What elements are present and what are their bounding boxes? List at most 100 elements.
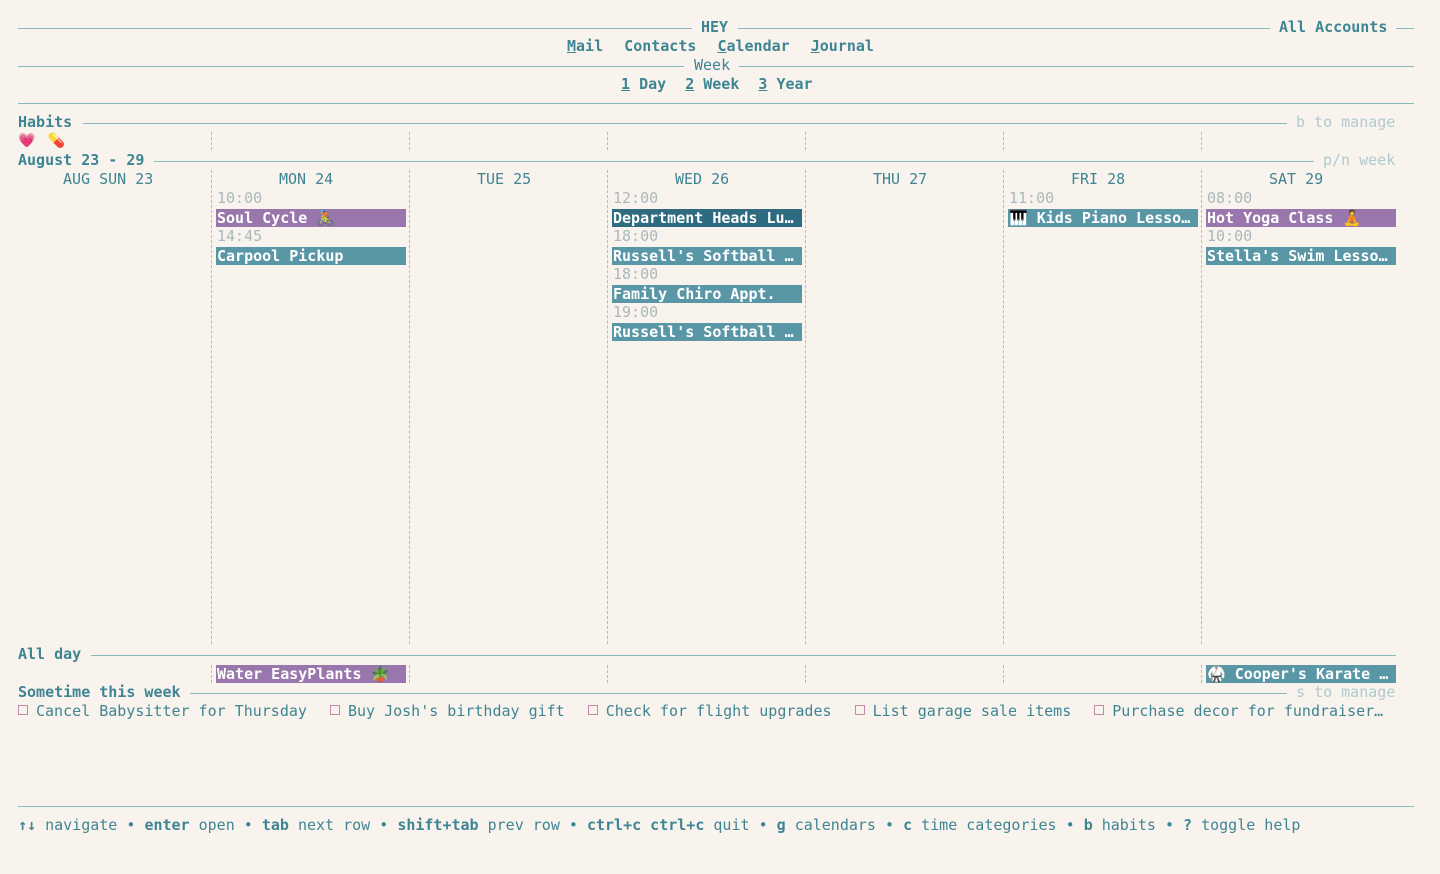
column-divider bbox=[211, 170, 212, 644]
nav-journal[interactable]: Journal bbox=[811, 37, 874, 55]
event-kids-piano-lessons[interactable]: 🎹 Kids Piano Lessons bbox=[1008, 209, 1198, 227]
divider bbox=[91, 655, 1396, 656]
habits-title: Habits bbox=[18, 113, 73, 131]
event-stellas-swim-lesson[interactable]: Stella's Swim Lesson… bbox=[1206, 247, 1396, 265]
column-divider bbox=[211, 665, 212, 683]
column-divider bbox=[1003, 132, 1004, 150]
view-week[interactable]: 2 Week bbox=[685, 75, 739, 93]
event-family-chiro[interactable]: Family Chiro Appt. bbox=[612, 285, 802, 303]
event-hot-yoga-class[interactable]: Hot Yoga Class 🧘 bbox=[1206, 209, 1396, 227]
todo-item[interactable]: List garage sale items bbox=[854, 702, 1071, 720]
checkbox[interactable] bbox=[854, 705, 865, 715]
terminal-window: HEY All Accounts Mail Contacts Calendar … bbox=[0, 0, 1440, 874]
help-time-categories: c time categories bbox=[903, 816, 1057, 834]
event-department-heads-lunch[interactable]: Department Heads Lun… bbox=[612, 209, 802, 227]
divider bbox=[738, 28, 1270, 29]
event-softball[interactable]: Russell's Softball L… bbox=[612, 247, 802, 265]
view-title: Week bbox=[694, 56, 731, 74]
column-divider bbox=[1201, 170, 1202, 644]
event-time: 11:00 bbox=[1009, 189, 1055, 207]
column-divider bbox=[1003, 170, 1004, 644]
event-time: 08:00 bbox=[1207, 189, 1253, 207]
column-divider bbox=[1201, 665, 1202, 683]
column-divider bbox=[805, 665, 806, 683]
allday-water-easyplants[interactable]: Water EasyPlants 🪴 bbox=[216, 665, 406, 683]
todo-item[interactable]: Buy Josh's birthday gift bbox=[329, 702, 565, 720]
event-time: 12:00 bbox=[613, 189, 659, 207]
divider bbox=[18, 66, 684, 67]
sometime-title: Sometime this week bbox=[18, 683, 181, 701]
divider bbox=[1396, 28, 1414, 29]
pill-icon[interactable]: 💊 bbox=[48, 133, 65, 149]
help-quit: ctrl+c ctrl+c quit bbox=[586, 816, 750, 834]
column-divider bbox=[409, 132, 410, 150]
event-time: 14:45 bbox=[217, 227, 263, 245]
column-divider bbox=[211, 132, 212, 150]
help-toggle-help: ? toggle help bbox=[1183, 816, 1301, 834]
column-divider bbox=[1003, 665, 1004, 683]
divider bbox=[190, 693, 1287, 694]
day-header-mon[interactable]: MON 24 bbox=[279, 170, 333, 189]
column-divider bbox=[805, 132, 806, 150]
help-navigate: ↑↓ navigate bbox=[18, 816, 118, 834]
day-header-sun[interactable]: AUG SUN 23 bbox=[63, 170, 153, 189]
column-divider bbox=[1201, 132, 1202, 150]
heart-icon[interactable]: 💗 bbox=[18, 133, 35, 149]
nav-calendar[interactable]: Calendar bbox=[717, 37, 789, 55]
todo-item[interactable]: Purchase decor for fundraiser… bbox=[1094, 702, 1383, 720]
divider bbox=[739, 66, 1414, 67]
column-divider bbox=[409, 665, 410, 683]
event-time: 10:00 bbox=[1207, 227, 1253, 245]
allday-title: All day bbox=[18, 645, 82, 663]
event-softball[interactable]: Russell's Softball L… bbox=[612, 323, 802, 341]
view-switcher: 1 Day 2 Week 3 Year bbox=[621, 75, 813, 94]
main-nav: Mail Contacts Calendar Journal bbox=[567, 37, 874, 56]
view-day[interactable]: 1 Day bbox=[621, 75, 666, 93]
event-time: 10:00 bbox=[217, 189, 263, 207]
event-time: 18:00 bbox=[613, 227, 659, 245]
todo-list: Cancel Babysitter for Thursday Buy Josh'… bbox=[18, 702, 1397, 721]
column-divider bbox=[607, 132, 608, 150]
divider bbox=[18, 103, 1414, 104]
allday-coopers-karate[interactable]: 🥋 Cooper's Karate T… bbox=[1206, 665, 1396, 683]
day-header-thu[interactable]: THU 27 bbox=[873, 170, 927, 189]
habits-hint: b to manage bbox=[1296, 113, 1396, 131]
sometime-hint: s to manage bbox=[1296, 683, 1396, 701]
checkbox[interactable] bbox=[587, 705, 598, 715]
column-divider bbox=[409, 170, 410, 644]
todo-item[interactable]: Cancel Babysitter for Thursday bbox=[18, 702, 307, 720]
nav-mail[interactable]: Mail bbox=[567, 37, 603, 55]
divider bbox=[154, 161, 1314, 162]
day-header-tue[interactable]: TUE 25 bbox=[477, 170, 531, 189]
help-prev-row: shift+tab prev row bbox=[397, 816, 560, 834]
week-hint: p/n week bbox=[1323, 151, 1396, 169]
checkbox[interactable] bbox=[18, 705, 28, 715]
day-header-sat[interactable]: SAT 29 bbox=[1269, 170, 1323, 189]
habits-list: 💗 💊 bbox=[18, 132, 65, 151]
day-header-fri[interactable]: FRI 28 bbox=[1071, 170, 1125, 189]
view-year[interactable]: 3 Year bbox=[758, 75, 812, 93]
column-divider bbox=[607, 665, 608, 683]
checkbox[interactable] bbox=[329, 705, 340, 715]
help-habits: b habits bbox=[1083, 816, 1156, 834]
event-time: 18:00 bbox=[613, 265, 659, 283]
help-calendars: g calendars bbox=[776, 816, 876, 834]
help-next-row: tab next row bbox=[261, 816, 371, 834]
divider bbox=[18, 28, 692, 29]
app-title: HEY bbox=[701, 18, 729, 36]
column-divider bbox=[607, 170, 608, 644]
divider bbox=[83, 123, 1287, 124]
nav-contacts[interactable]: Contacts bbox=[624, 37, 696, 55]
week-title: August 23 - 29 bbox=[18, 151, 145, 169]
help-bar: ↑↓ navigate • enter open • tab next row … bbox=[18, 816, 1301, 834]
help-open: enter open bbox=[144, 816, 235, 834]
day-header-wed[interactable]: WED 26 bbox=[675, 170, 729, 189]
checkbox[interactable] bbox=[1094, 705, 1105, 715]
todo-item[interactable]: Check for flight upgrades bbox=[587, 702, 832, 720]
column-divider bbox=[805, 170, 806, 644]
all-accounts-button[interactable]: All Accounts bbox=[1279, 18, 1387, 37]
event-soul-cycle[interactable]: Soul Cycle 🚴 bbox=[216, 209, 406, 227]
event-carpool-pickup[interactable]: Carpool Pickup bbox=[216, 247, 406, 265]
event-time: 19:00 bbox=[613, 303, 659, 321]
divider bbox=[18, 806, 1414, 807]
